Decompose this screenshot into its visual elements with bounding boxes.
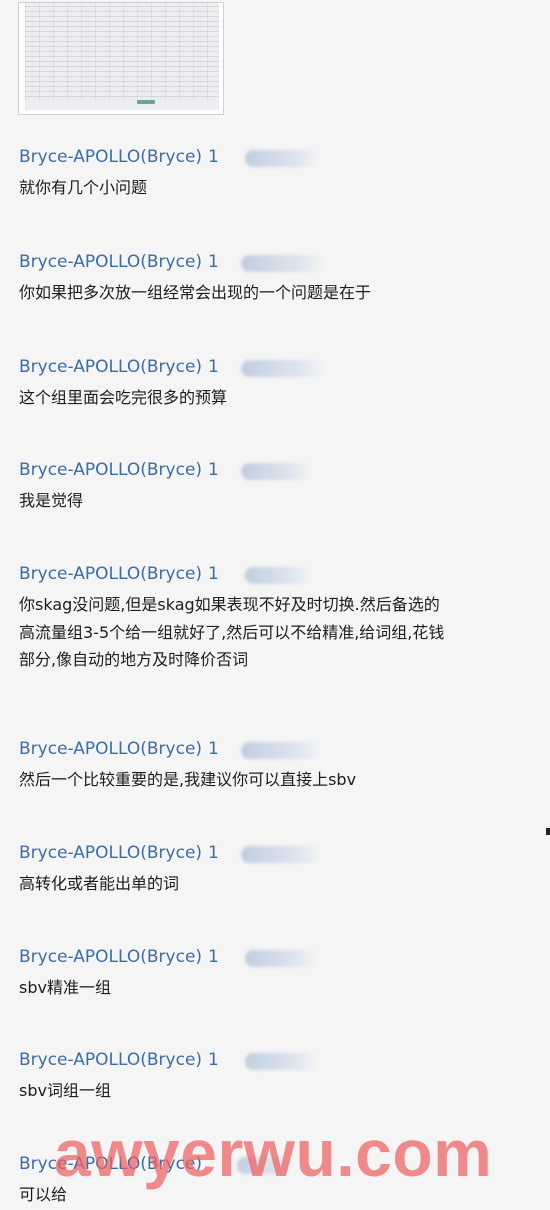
message-text: 你如果把多次放一组经常会出现的一个问题是在于 (19, 283, 372, 302)
chat-message: Bryce-APOLLO(Bryce) 1 就你有几个小问题 (19, 144, 544, 202)
sender-name[interactable]: Bryce-APOLLO(Bryce) (19, 252, 202, 272)
redaction-blur (241, 463, 311, 480)
message-time: 1 (208, 947, 219, 967)
message-time: 1 (208, 147, 219, 167)
message-time: 1 (208, 460, 219, 480)
redaction-blur (245, 950, 317, 967)
message-time: 1 (208, 843, 219, 863)
message-time: 1 (208, 252, 219, 272)
message-time: 1 (208, 1050, 219, 1070)
message-text: sbv词组一组 (19, 1081, 111, 1100)
redaction-blur (245, 567, 311, 584)
sender-name[interactable]: Bryce-APOLLO(Bryce) (19, 357, 202, 377)
message-time: 1 (208, 564, 219, 584)
sender-name[interactable]: Bryce-APOLLO(Bryce) (19, 460, 202, 480)
message-text: 我是觉得 (19, 491, 84, 510)
chat-message: Bryce-APOLLO(Bryce) 1 这个组里面会吃完很多的预算 (19, 354, 544, 412)
message-text: 你skag没问题,但是skag如果表现不好及时切换.然后备选的 高流量组3-5个… (19, 595, 445, 669)
sender-name[interactable]: Bryce-APOLLO(Bryce) (19, 739, 202, 759)
message-time: 1 (208, 739, 219, 759)
chat-message: Bryce-APOLLO(Bryce) 1 我是觉得 (19, 457, 544, 515)
scrollbar-edge-mark (546, 828, 550, 835)
spreadsheet-preview (25, 3, 219, 110)
sender-name[interactable]: Bryce-APOLLO(Bryce) (19, 843, 202, 863)
site-watermark: awyerwu.com (54, 1116, 493, 1190)
image-attachment-thumbnail[interactable] (18, 2, 224, 115)
chat-message: Bryce-APOLLO(Bryce) 1 然后一个比较重要的是,我建议你可以直接… (19, 736, 544, 794)
message-text: 然后一个比较重要的是,我建议你可以直接上sbv (19, 770, 357, 789)
redaction-blur (245, 1053, 317, 1070)
chat-message: Bryce-APOLLO(Bryce) 1 sbv词组一组 (19, 1047, 544, 1105)
message-text: 就你有几个小问题 (19, 178, 148, 197)
redaction-blur (241, 846, 321, 863)
redaction-blur (241, 360, 325, 377)
message-time: 1 (208, 357, 219, 377)
redaction-blur (245, 150, 319, 167)
message-text: 这个组里面会吃完很多的预算 (19, 388, 228, 407)
sender-name[interactable]: Bryce-APOLLO(Bryce) (19, 564, 202, 584)
sender-name[interactable]: Bryce-APOLLO(Bryce) (19, 147, 202, 167)
preview-button-shape (137, 100, 155, 104)
chat-message: Bryce-APOLLO(Bryce) 1 高转化或者能出单的词 (19, 840, 544, 898)
redaction-blur (241, 742, 321, 759)
chat-history: Bryce-APOLLO(Bryce) 1 就你有几个小问题 Bryce-APOL… (0, 0, 550, 1210)
sender-name[interactable]: Bryce-APOLLO(Bryce) (19, 1050, 202, 1070)
chat-message: Bryce-APOLLO(Bryce) 1 sbv精准一组 (19, 944, 544, 1002)
message-text: 高转化或者能出单的词 (19, 874, 180, 893)
chat-message: Bryce-APOLLO(Bryce) 1 你skag没问题,但是skag如果表现… (19, 561, 544, 674)
redaction-blur (241, 255, 325, 272)
message-text: sbv精准一组 (19, 978, 111, 997)
sender-name[interactable]: Bryce-APOLLO(Bryce) (19, 947, 202, 967)
chat-message: Bryce-APOLLO(Bryce) 1 你如果把多次放一组经常会出现的一个问题… (19, 249, 544, 307)
